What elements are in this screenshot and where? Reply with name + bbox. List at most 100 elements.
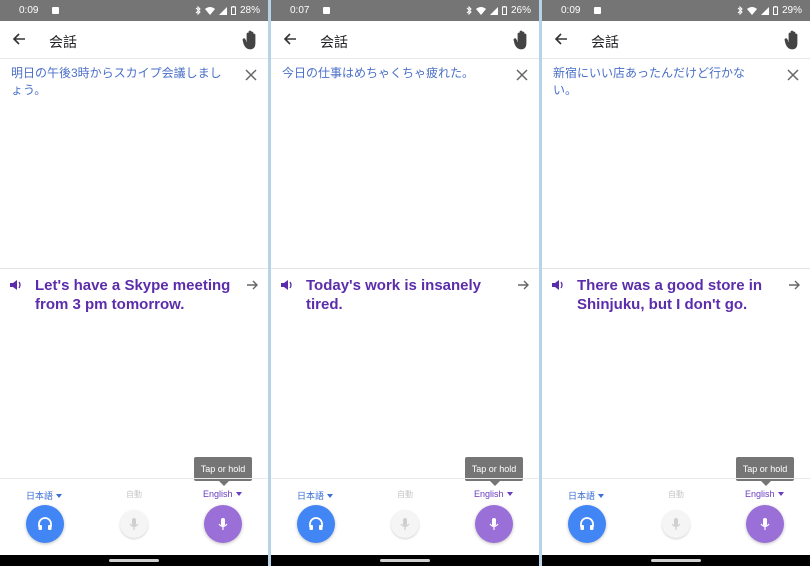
english-mic-button[interactable] bbox=[204, 505, 242, 543]
source-text: 新宿にいい店あったんだけど行かない。 bbox=[553, 66, 746, 97]
battery-level: 29% bbox=[781, 5, 802, 16]
status-bar: 0:09 29% bbox=[542, 0, 810, 21]
wifi-icon bbox=[204, 6, 215, 15]
headphones-icon bbox=[309, 517, 323, 530]
bottom-divider bbox=[542, 478, 810, 479]
arrow-right-icon[interactable] bbox=[788, 279, 801, 291]
chevron-down-icon bbox=[598, 493, 605, 498]
page-title: 会話 bbox=[591, 34, 619, 50]
home-handle[interactable] bbox=[380, 559, 430, 562]
auto-mic-button[interactable] bbox=[662, 510, 690, 538]
headphones-icon bbox=[38, 517, 52, 530]
target-language-select[interactable]: English bbox=[474, 489, 513, 499]
chevron-down-icon bbox=[506, 492, 513, 496]
divider bbox=[542, 268, 810, 269]
status-bar: 0:07 26% bbox=[271, 0, 539, 21]
target-language-label: English bbox=[203, 489, 233, 499]
auto-mic-button[interactable] bbox=[391, 510, 419, 538]
arrow-left-icon[interactable] bbox=[553, 31, 569, 47]
page-title: 会話 bbox=[320, 34, 348, 50]
mic-icon bbox=[129, 518, 139, 530]
auto-label: 自動 bbox=[397, 490, 413, 499]
source-text: 明日の午後3時からスカイプ会議しましょう。 bbox=[11, 66, 222, 97]
bluetooth-icon bbox=[737, 6, 743, 15]
japanese-listen-button[interactable] bbox=[568, 505, 606, 543]
hand-icon[interactable] bbox=[784, 30, 802, 50]
divider bbox=[271, 268, 539, 269]
image-notification-icon bbox=[323, 7, 331, 14]
phone-screen-2: 0:07 26% 会話 今日の仕事はめちゃくちゃ疲れた。 Today's wor… bbox=[271, 0, 539, 566]
source-text: 今日の仕事はめちゃくちゃ疲れた。 bbox=[282, 66, 475, 80]
source-language-label: 日本語 bbox=[568, 491, 596, 501]
status-time: 0:07 bbox=[290, 5, 310, 16]
app-bar: 会話 bbox=[542, 21, 810, 59]
phone-screen-1: 0:09 28% 会話 明日の午後3時からスカイプ会議しましょう。 Let's … bbox=[0, 0, 268, 566]
battery-level: 26% bbox=[510, 5, 531, 16]
english-mic-button[interactable] bbox=[746, 505, 784, 543]
speaker-icon[interactable] bbox=[280, 279, 294, 291]
battery-icon bbox=[772, 6, 778, 15]
mic-icon bbox=[400, 518, 410, 530]
bottom-divider bbox=[0, 478, 268, 479]
japanese-listen-button[interactable] bbox=[26, 505, 64, 543]
status-time: 0:09 bbox=[561, 5, 581, 16]
close-icon[interactable] bbox=[245, 69, 257, 81]
auto-label: 自動 bbox=[126, 490, 142, 499]
bluetooth-icon bbox=[195, 6, 201, 15]
auto-label: 自動 bbox=[668, 490, 684, 499]
home-handle[interactable] bbox=[109, 559, 159, 562]
source-language-label: 日本語 bbox=[297, 491, 325, 501]
speaker-icon[interactable] bbox=[9, 279, 23, 291]
status-time: 0:09 bbox=[19, 5, 39, 16]
chevron-down-icon bbox=[235, 492, 242, 496]
close-icon[interactable] bbox=[516, 69, 528, 81]
translation-text: Today's work is insanely tired. bbox=[306, 277, 482, 313]
home-handle[interactable] bbox=[651, 559, 701, 562]
arrow-left-icon[interactable] bbox=[282, 31, 298, 47]
battery-icon bbox=[230, 6, 236, 15]
signal-icon bbox=[760, 6, 769, 15]
speaker-icon[interactable] bbox=[551, 279, 565, 291]
translation-text: There was a good store in Shinjuku, but … bbox=[577, 277, 763, 313]
bottom-divider bbox=[271, 478, 539, 479]
wifi-icon bbox=[475, 6, 486, 15]
wifi-icon bbox=[746, 6, 757, 15]
chevron-down-icon bbox=[777, 492, 784, 496]
mic-icon bbox=[760, 518, 770, 530]
auto-mic-button[interactable] bbox=[120, 510, 148, 538]
target-language-label: English bbox=[474, 489, 504, 499]
battery-icon bbox=[501, 6, 507, 15]
signal-icon bbox=[489, 6, 498, 15]
mic-icon bbox=[489, 518, 499, 530]
app-bar: 会話 bbox=[0, 21, 268, 59]
chevron-down-icon bbox=[56, 493, 63, 498]
app-bar: 会話 bbox=[271, 21, 539, 59]
divider bbox=[0, 268, 268, 269]
source-language-select[interactable]: 日本語 bbox=[26, 489, 63, 502]
english-mic-button[interactable] bbox=[475, 505, 513, 543]
arrow-right-icon[interactable] bbox=[246, 279, 259, 291]
hand-icon[interactable] bbox=[513, 30, 531, 50]
japanese-listen-button[interactable] bbox=[297, 505, 335, 543]
image-notification-icon bbox=[594, 7, 602, 14]
target-language-label: English bbox=[745, 489, 775, 499]
hand-icon[interactable] bbox=[242, 30, 260, 50]
signal-icon bbox=[218, 6, 227, 15]
source-language-label: 日本語 bbox=[26, 491, 54, 501]
arrow-right-icon[interactable] bbox=[517, 279, 530, 291]
phone-screen-3: 0:09 29% 会話 新宿にいい店あったんだけど行かない。 There was… bbox=[542, 0, 810, 566]
close-icon[interactable] bbox=[787, 69, 799, 81]
target-language-select[interactable]: English bbox=[203, 489, 242, 499]
mic-icon bbox=[218, 518, 228, 530]
source-language-select[interactable]: 日本語 bbox=[297, 489, 334, 502]
battery-level: 28% bbox=[239, 5, 260, 16]
source-language-select[interactable]: 日本語 bbox=[568, 489, 605, 502]
image-notification-icon bbox=[52, 7, 60, 14]
target-language-select[interactable]: English bbox=[745, 489, 784, 499]
bluetooth-icon bbox=[466, 6, 472, 15]
arrow-left-icon[interactable] bbox=[11, 31, 27, 47]
mic-icon bbox=[671, 518, 681, 530]
chevron-down-icon bbox=[327, 493, 334, 498]
status-bar: 0:09 28% bbox=[0, 0, 268, 21]
page-title: 会話 bbox=[49, 34, 77, 50]
